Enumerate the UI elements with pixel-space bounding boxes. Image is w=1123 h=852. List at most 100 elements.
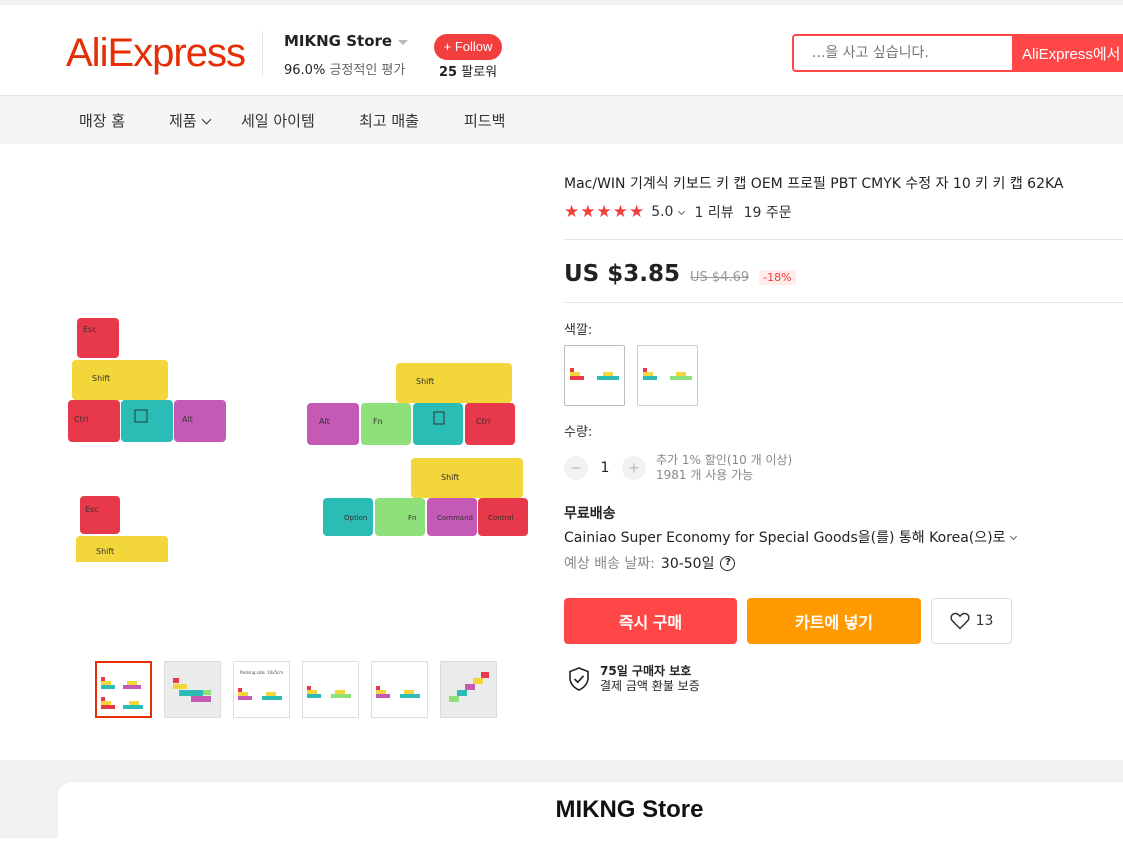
quantity-label: 수량: (564, 425, 593, 440)
quantity-stepper: − 1 + 추가 1% 할인(10 개 이상) 1981 개 사용 가능 (564, 453, 792, 483)
chevron-down-icon (201, 114, 212, 124)
thumbnail-strip: Packing size: 10x5cm (95, 661, 497, 718)
store-rating: 96.0% 긍정적인 평가 (284, 59, 405, 78)
buy-now-button[interactable]: 즉시 구매 (564, 598, 737, 644)
key-shift-right-label: Shift (416, 377, 434, 386)
key-shift-mac-label: Shift (96, 547, 114, 556)
key-ctrl-label: Ctrl (74, 415, 88, 424)
store-name[interactable]: MIKNG Store (284, 32, 409, 50)
divider (564, 302, 1123, 303)
thumbnail-1-image (101, 677, 143, 709)
key-alt-label: Alt (182, 415, 193, 424)
search-input[interactable] (794, 36, 1012, 70)
rating-row: ★★★★★ 5.0 1 리뷰 19 주문 (564, 202, 792, 222)
color-option-2[interactable] (637, 345, 698, 406)
key-shift-right (396, 363, 512, 403)
divider (564, 239, 1123, 240)
key-alt-right (307, 403, 359, 445)
thumbnail-4[interactable] (302, 661, 359, 718)
store-section: MIKNG Store (0, 760, 1123, 852)
key-alt-right-label: Alt (319, 417, 330, 426)
bulk-discount-text: 추가 1% 할인(10 개 이상) (656, 453, 793, 467)
shipping-method[interactable]: Cainiao Super Economy for Special Goods을… (564, 527, 1018, 547)
buyer-protection-sub: 결제 금액 환불 보증 (600, 679, 700, 693)
key-control-right-label: Control (488, 514, 513, 522)
caret-down-icon[interactable] (398, 39, 409, 45)
thumbnail-2[interactable] (164, 661, 221, 718)
key-shift-label: Shift (92, 374, 110, 383)
key-fn-mac (375, 498, 425, 536)
key-fn-right (361, 403, 411, 445)
shipping-title: 무료배송 (564, 506, 616, 522)
thumbnail-6[interactable] (440, 661, 497, 718)
thumbnail-5-image (376, 686, 420, 698)
store-rating-label: 긍정적인 평가 (329, 63, 406, 78)
keycap-cluster-top-right: Shift Alt Fn Ctrl (307, 363, 515, 445)
product-main-image-lower[interactable]: Shift Option Fn Command Control (320, 454, 530, 554)
nav-feedback[interactable]: 피드백 (464, 110, 505, 131)
key-ctrl-right-label: Ctrl (476, 417, 490, 426)
stock-available-text: 1981 개 사용 가능 (656, 468, 754, 482)
color-option-1[interactable] (564, 345, 625, 406)
key-command-right-label: Command (437, 514, 473, 522)
key-esc (77, 318, 119, 358)
nav-products-label: 제품 (169, 112, 197, 130)
store-rating-value: 96.0% (284, 63, 326, 78)
thumbnail-6-image (449, 672, 489, 702)
quantity-increase-button[interactable]: + (622, 456, 646, 480)
delivery-estimate: 예상 배송 날짜: 30-50일 ? (564, 553, 736, 573)
thumbnail-2-image (173, 678, 211, 702)
buyer-protection-title: 75일 구매자 보호 (600, 664, 692, 678)
star-rating-icon: ★★★★★ (564, 202, 646, 222)
thumbnail-3[interactable]: Packing size: 10x5cm (233, 661, 290, 718)
chevron-down-icon[interactable] (678, 207, 686, 215)
wishlist-button[interactable]: 13 (931, 598, 1012, 644)
discount-badge: -18% (759, 270, 796, 285)
key-esc-mac-label: Esc (85, 505, 99, 514)
rating-value[interactable]: 5.0 (651, 204, 673, 220)
nav-store-home[interactable]: 매장 홈 (79, 110, 125, 131)
quantity-value[interactable]: 1 (588, 460, 622, 476)
store-name-label: MIKNG Store (284, 32, 393, 50)
store-header: AliExpress MIKNG Store 96.0% 긍정적인 평가 + F… (0, 5, 1123, 96)
heart-icon (949, 612, 970, 630)
store-nav: 매장 홈 제품 세일 아이템 최고 매출 피드백 (0, 96, 1123, 144)
product-main: Esc Shift Ctrl Alt Shift Alt Fn Ctrl Esc… (0, 144, 1123, 760)
follow-button[interactable]: + Follow (434, 34, 502, 60)
current-price: US $3.85 (564, 261, 680, 287)
help-icon[interactable]: ? (720, 555, 736, 571)
key-fn-mac-label: Fn (408, 514, 416, 522)
aliexpress-logo[interactable]: AliExpress (66, 31, 246, 76)
product-title: Mac/WIN 기계식 키보드 키 캡 OEM 프로필 PBT CMYK 수정 … (564, 176, 1064, 192)
order-count: 19 주문 (743, 205, 792, 221)
key-shift-mac-right (411, 458, 523, 498)
key-shift-mac-right-label: Shift (441, 473, 459, 482)
thumbnail-3-caption: Packing size: 10x5cm (240, 670, 283, 675)
store-card-title[interactable]: MIKNG Store (0, 796, 1123, 824)
nav-sale-items[interactable]: 세일 아이템 (241, 110, 315, 131)
color-option-2-image (643, 368, 692, 380)
keycap-cluster-top-left: Esc Shift Ctrl Alt (68, 318, 226, 442)
wishlist-count: 13 (975, 613, 994, 629)
thumbnail-5[interactable] (371, 661, 428, 718)
thumbnail-4-image (307, 686, 351, 698)
review-count[interactable]: 1 리뷰 (694, 202, 733, 222)
delivery-label: 예상 배송 날짜: (564, 556, 655, 572)
color-label: 색깔: (564, 323, 593, 338)
color-option-1-image (570, 368, 619, 380)
original-price: US $4.69 (690, 270, 750, 285)
thumbnail-1[interactable] (95, 661, 152, 718)
shield-check-icon (569, 667, 589, 691)
search-button[interactable]: AliExpress에서 (1012, 36, 1123, 70)
price-row: US $3.85 US $4.69 -18% (564, 261, 796, 287)
key-option-right-label: Option (344, 514, 367, 522)
nav-products[interactable]: 제품 (169, 110, 212, 131)
buyer-protection-text: 75일 구매자 보호 결제 금액 환불 보증 (600, 664, 700, 694)
key-fn-right-label: Fn (373, 417, 383, 426)
quantity-decrease-button[interactable]: − (564, 456, 588, 480)
followers: 25 팔로워 (439, 61, 497, 80)
chevron-down-icon (1010, 532, 1018, 540)
key-shift-mac (76, 536, 168, 562)
add-to-cart-button[interactable]: 카트에 넣기 (747, 598, 921, 644)
nav-top-selling[interactable]: 최고 매출 (359, 110, 419, 131)
